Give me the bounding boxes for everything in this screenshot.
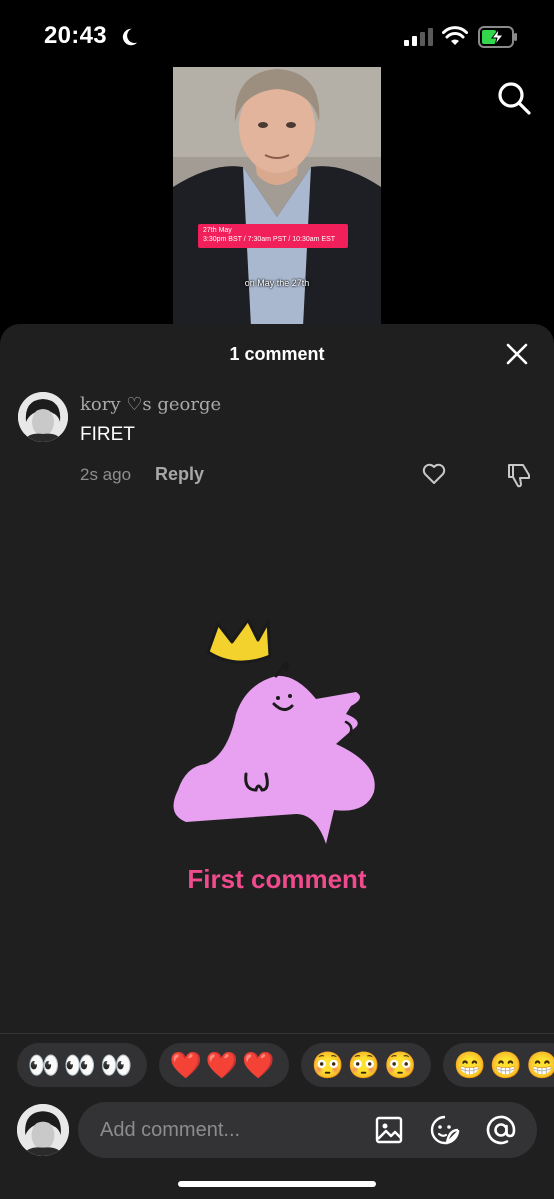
event-date: 27th May xyxy=(203,227,232,234)
comment-composer xyxy=(0,1102,554,1162)
comment-username[interactable]: kory ♡s george xyxy=(80,394,221,415)
comment-text: FIRET xyxy=(80,424,135,445)
search-icon[interactable] xyxy=(496,80,532,116)
event-times: 3:30pm BST / 7:30am PST / 10:30am EST xyxy=(203,236,336,243)
my-avatar-image xyxy=(17,1104,69,1156)
divider xyxy=(0,1033,554,1034)
video-thumbnail[interactable]: 27th May 3:30pm BST / 7:30am PST / 10:30… xyxy=(173,67,381,327)
event-banner: 27th May 3:30pm BST / 7:30am PST / 10:30… xyxy=(198,224,348,248)
video-frame xyxy=(173,67,381,327)
moon-icon xyxy=(122,28,138,46)
status-time: 20:43 xyxy=(44,22,107,49)
comment-timestamp: 2s ago xyxy=(80,465,132,484)
comment-input[interactable] xyxy=(100,1102,360,1158)
status-bar: 20:43 xyxy=(0,0,554,70)
reply-button[interactable]: Reply xyxy=(155,464,204,485)
my-avatar xyxy=(17,1104,69,1156)
emoji-grin-button[interactable]: 😁😁😁 xyxy=(443,1043,554,1087)
heart-icon[interactable] xyxy=(421,461,447,487)
battery-charging-icon xyxy=(478,26,517,48)
first-comment-badge: First comment xyxy=(187,864,367,894)
signal-icon xyxy=(404,28,433,46)
video-caption: on May the 27th xyxy=(244,278,310,288)
close-icon[interactable] xyxy=(505,342,529,366)
comment-item: kory ♡s george FIRET 2s ago Reply xyxy=(0,384,554,494)
mention-icon[interactable] xyxy=(485,1114,517,1146)
emoji-eyes-button[interactable]: 👀👀👀 xyxy=(17,1043,147,1087)
image-icon[interactable] xyxy=(374,1115,404,1145)
wifi-icon xyxy=(442,26,468,45)
comments-sheet: 1 comment kory ♡s george FIRET 2s ago Re… xyxy=(0,324,554,1199)
home-indicator xyxy=(178,1181,376,1187)
avatar-image xyxy=(18,392,68,442)
quick-emoji-bar: 👀👀👀 ❤️❤️❤️ 😳😳😳 😁😁😁 xyxy=(17,1043,554,1089)
emoji-flushed-button[interactable]: 😳😳😳 xyxy=(301,1043,431,1087)
comment-input-box[interactable] xyxy=(78,1102,537,1158)
emoji-sticker-icon[interactable] xyxy=(429,1114,461,1146)
comments-count-title: 1 comment xyxy=(229,344,325,364)
thumbs-down-icon[interactable] xyxy=(505,461,533,489)
commenter-avatar[interactable] xyxy=(18,392,68,442)
emoji-hearts-button[interactable]: ❤️❤️❤️ xyxy=(159,1043,289,1087)
first-comment-crown-illustration xyxy=(173,618,375,844)
